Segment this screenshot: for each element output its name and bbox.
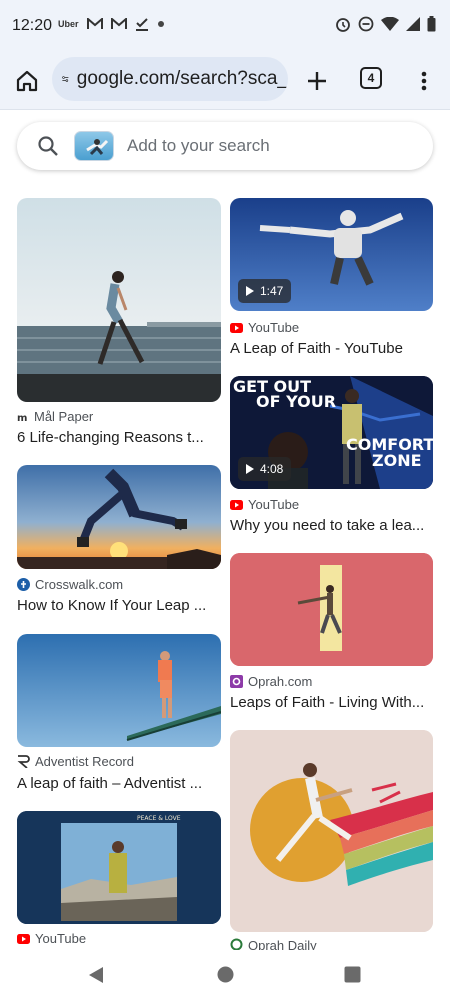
source-name: Crosswalk.com: [35, 577, 124, 592]
adventist-record-logo-icon: [17, 755, 30, 768]
video-duration: 1:47: [260, 284, 284, 298]
man-on-diving-board-image: [17, 634, 221, 747]
home-icon: [16, 70, 38, 92]
source-name: Adventist Record: [35, 754, 134, 769]
video-duration-badge: 1:47: [238, 279, 292, 303]
source-name: YouTube: [248, 497, 300, 512]
source-name: Mål Paper: [34, 409, 94, 424]
result-image[interactable]: GET OUT OF YOUR COMFORT ZONE 4:08: [230, 376, 433, 489]
do-not-disturb-icon: [358, 16, 374, 32]
source-name: YouTube: [248, 320, 300, 335]
uber-icon: Uber: [58, 19, 79, 29]
status-time: 12:20: [12, 17, 53, 34]
image-result[interactable]: PEACE & LOVE YouTube: [17, 811, 221, 950]
task-check-icon: [135, 18, 148, 31]
image-result[interactable]: Oprah.com Leaps of Faith - Living With..…: [230, 553, 433, 715]
image-result[interactable]: Oprah Daily: [230, 730, 433, 950]
query-image-thumbnail[interactable]: [74, 131, 114, 161]
man-leaping-at-sunset-image: [17, 465, 221, 569]
album-title-text: PEACE & LOVE: [137, 815, 181, 822]
search-icon[interactable]: [37, 135, 59, 157]
video-duration: 4:08: [260, 462, 284, 476]
search-placeholder: Add to your search: [127, 136, 270, 155]
crosswalk-logo-icon: [17, 578, 30, 591]
result-source: YouTube: [230, 320, 299, 335]
source-name: Oprah Daily: [248, 938, 317, 950]
result-title[interactable]: Leaps of Faith - Living With...: [230, 694, 433, 711]
result-source: m Mål Paper: [17, 409, 93, 424]
play-icon: [246, 286, 254, 296]
result-source: Adventist Record: [17, 754, 134, 769]
dot-icon: [157, 21, 164, 27]
image-result[interactable]: m Mål Paper 6 Life-changing Reasons t...: [17, 198, 221, 448]
browser-toolbar: google.com/search?sca_ 4: [0, 52, 450, 110]
result-image[interactable]: PEACE & LOVE: [17, 811, 221, 924]
video-duration-badge: 4:08: [238, 457, 292, 481]
result-source: Oprah Daily: [230, 938, 317, 950]
tune-icon[interactable]: [62, 71, 69, 87]
video-result[interactable]: 1:47 YouTube A Leap of Faith - YouTube: [230, 198, 433, 362]
plus-icon: [308, 72, 326, 90]
wifi-icon: [381, 17, 399, 31]
result-source: Oprah.com: [230, 674, 312, 689]
result-source: YouTube: [230, 497, 299, 512]
overlay-text-line: OF YOUR: [256, 392, 336, 411]
alarm-icon: [336, 18, 350, 32]
overflow-menu-button[interactable]: [412, 66, 436, 96]
result-image[interactable]: [230, 553, 433, 666]
youtube-logo-icon: [230, 322, 243, 333]
oprah-logo-icon: [230, 675, 243, 688]
source-name: Oprah.com: [248, 674, 313, 689]
person-leaping-pink-wall-image: [230, 553, 433, 666]
man-walking-by-sea-image: [17, 198, 221, 402]
mal-paper-logo-icon: m: [17, 413, 27, 423]
result-image[interactable]: [17, 465, 221, 569]
source-name: YouTube: [35, 931, 87, 946]
status-bar: 12:20 Uber: [0, 0, 450, 52]
gmail-icon: [86, 18, 103, 29]
svg-text:m: m: [17, 413, 27, 423]
result-title[interactable]: A Leap of Faith - YouTube: [230, 340, 433, 357]
oprah-daily-logo-icon: [230, 938, 243, 950]
more-vert-icon: [421, 71, 427, 91]
result-title[interactable]: Why you need to take a lea...: [230, 517, 433, 534]
result-source: Crosswalk.com: [17, 577, 123, 592]
home-button[interactable]: [12, 66, 42, 96]
back-triangle-icon[interactable]: [88, 966, 104, 984]
result-image[interactable]: [17, 198, 221, 402]
album-cover-image: PEACE & LOVE: [17, 811, 221, 924]
battery-icon: [427, 16, 436, 32]
gmail-icon: [110, 18, 127, 29]
home-circle-icon[interactable]: [217, 966, 234, 983]
notification-icons: Uber: [58, 17, 165, 31]
overlay-text-line: ZONE: [372, 451, 422, 470]
result-title[interactable]: 6 Life-changing Reasons t...: [17, 429, 221, 446]
result-title[interactable]: A leap of faith – Adventist ...: [17, 775, 221, 792]
result-title[interactable]: How to Know If Your Leap ...: [17, 597, 221, 614]
new-tab-button[interactable]: [302, 66, 332, 96]
youtube-logo-icon: [230, 499, 243, 510]
system-icons: [335, 16, 436, 32]
system-navigation-bar: [0, 950, 450, 1000]
search-box[interactable]: Add to your search: [17, 122, 433, 170]
signal-icon: [406, 17, 420, 31]
url-text: google.com/search?sca_: [76, 68, 288, 89]
result-source: YouTube: [17, 931, 86, 946]
video-result[interactable]: GET OUT OF YOUR COMFORT ZONE 4:08 YouTub…: [230, 376, 433, 538]
address-bar[interactable]: google.com/search?sca_: [52, 57, 288, 101]
result-image[interactable]: [230, 730, 433, 932]
result-image[interactable]: [17, 634, 221, 747]
result-image[interactable]: 1:47: [230, 198, 433, 311]
image-result[interactable]: Crosswalk.com How to Know If Your Leap .…: [17, 465, 221, 617]
woman-leaping-rainbow-image: [230, 730, 433, 932]
jumper-thumbnail-image: [86, 139, 109, 156]
play-icon: [246, 464, 254, 474]
tab-switcher-button[interactable]: 4: [360, 67, 382, 89]
image-result[interactable]: Adventist Record A leap of faith – Adven…: [17, 634, 221, 794]
youtube-logo-icon: [17, 933, 30, 944]
recents-square-icon[interactable]: [344, 966, 361, 983]
